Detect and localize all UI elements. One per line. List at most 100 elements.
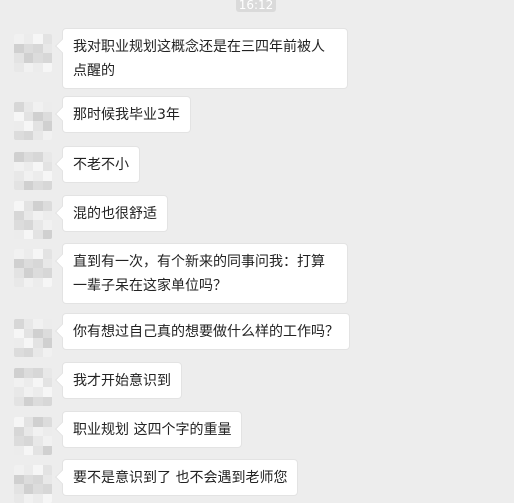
avatar[interactable] — [14, 102, 52, 140]
avatar-pixel — [14, 220, 24, 230]
message-bubble[interactable]: 我才开始意识到 — [62, 362, 182, 399]
avatar-pixel — [14, 278, 24, 288]
avatar-pixel — [24, 368, 34, 378]
avatar-pixel — [24, 348, 34, 358]
avatar[interactable] — [14, 368, 52, 406]
avatar-pixel — [33, 44, 43, 54]
message-bubble[interactable]: 我对职业规划这概念还是在三四年前被人点醒的 — [62, 28, 348, 89]
avatar-pixel — [14, 121, 24, 131]
avatar-pixel — [43, 53, 53, 63]
avatar-pixel — [24, 436, 34, 446]
avatar-pixel — [33, 131, 43, 141]
avatar-pixel — [43, 171, 53, 181]
avatar-pixel — [43, 368, 53, 378]
avatar-pixel — [24, 484, 34, 494]
message-bubble[interactable]: 你有想过自己真的想要做什么样的工作吗？ — [62, 313, 350, 350]
avatar-pixel — [14, 249, 24, 259]
avatar-pixel — [33, 387, 43, 397]
avatar-pixel — [43, 230, 53, 240]
avatar-pixel — [14, 152, 24, 162]
avatar-pixel — [24, 338, 34, 348]
avatar-pixel — [24, 268, 34, 278]
avatar-pixel — [43, 436, 53, 446]
avatar-pixel — [14, 368, 24, 378]
avatar-pixel — [24, 446, 34, 456]
avatar-pixel — [33, 152, 43, 162]
avatar-pixel — [43, 397, 53, 407]
avatar-pixel — [33, 278, 43, 288]
avatar-pixel — [33, 378, 43, 388]
avatar-pixel — [14, 329, 24, 339]
avatar-pixel — [24, 417, 34, 427]
avatar-pixel — [33, 112, 43, 122]
avatar-pixel — [33, 446, 43, 456]
avatar[interactable] — [14, 465, 52, 503]
avatar-pixel — [43, 427, 53, 437]
avatar-pixel — [14, 417, 24, 427]
avatar-pixel — [33, 397, 43, 407]
avatar-pixel — [14, 268, 24, 278]
avatar-pixel — [24, 278, 34, 288]
avatar-pixel — [33, 484, 43, 494]
chat-window: 16:12 我对职业规划这概念还是在三四年前被人点醒的 那时候我毕业3年 不老不… — [0, 0, 514, 496]
avatar-pixel — [43, 465, 53, 475]
avatar-pixel — [43, 348, 53, 358]
avatar-pixel — [24, 465, 34, 475]
avatar-pixel — [24, 53, 34, 63]
avatar-pixel — [33, 211, 43, 221]
avatar-pixel — [24, 131, 34, 141]
avatar-pixel — [14, 63, 24, 73]
timestamp: 16:12 — [236, 0, 276, 12]
avatar-pixel — [43, 446, 53, 456]
avatar-pixel — [43, 494, 53, 503]
avatar-pixel — [14, 397, 24, 407]
avatar-pixel — [24, 63, 34, 73]
avatar-pixel — [33, 162, 43, 172]
message-bubble[interactable]: 混的也很舒适 — [62, 195, 168, 232]
avatar-pixel — [43, 211, 53, 221]
avatar-pixel — [43, 201, 53, 211]
avatar-pixel — [43, 378, 53, 388]
avatar-pixel — [24, 152, 34, 162]
avatar-pixel — [33, 475, 43, 485]
avatar-pixel — [33, 417, 43, 427]
avatar-pixel — [24, 397, 34, 407]
avatar-pixel — [43, 278, 53, 288]
message-bubble[interactable]: 职业规划 这四个字的重量 — [62, 411, 242, 448]
avatar-pixel — [24, 102, 34, 112]
message-bubble[interactable]: 不老不小 — [62, 146, 140, 183]
avatar-pixel — [43, 112, 53, 122]
avatar-pixel — [33, 368, 43, 378]
avatar[interactable] — [14, 34, 52, 72]
avatar-pixel — [33, 338, 43, 348]
avatar-pixel — [24, 112, 34, 122]
avatar[interactable] — [14, 201, 52, 239]
avatar-pixel — [43, 181, 53, 191]
avatar[interactable] — [14, 152, 52, 190]
avatar[interactable] — [14, 417, 52, 455]
avatar-pixel — [14, 319, 24, 329]
avatar-pixel — [43, 249, 53, 259]
avatar-pixel — [24, 162, 34, 172]
avatar-pixel — [24, 259, 34, 269]
avatar[interactable] — [14, 319, 52, 357]
avatar-pixel — [14, 378, 24, 388]
avatar-pixel — [14, 162, 24, 172]
avatar-pixel — [14, 436, 24, 446]
avatar-pixel — [14, 171, 24, 181]
message-bubble[interactable]: 要不是意识到了 也不会遇到老师您 — [62, 459, 298, 496]
avatar-pixel — [14, 34, 24, 44]
avatar-pixel — [14, 338, 24, 348]
avatar-pixel — [14, 181, 24, 191]
avatar-pixel — [43, 387, 53, 397]
avatar-pixel — [24, 34, 34, 44]
avatar-pixel — [33, 171, 43, 181]
avatar-pixel — [24, 230, 34, 240]
message-bubble[interactable]: 那时候我毕业3年 — [62, 96, 191, 133]
message-bubble[interactable]: 直到有一次，有个新来的同事问我：打算一辈子呆在这家单位吗？ — [62, 243, 348, 304]
avatar-pixel — [33, 181, 43, 191]
avatar-pixel — [33, 220, 43, 230]
avatar[interactable] — [14, 249, 52, 287]
avatar-pixel — [24, 494, 34, 503]
avatar-pixel — [43, 44, 53, 54]
